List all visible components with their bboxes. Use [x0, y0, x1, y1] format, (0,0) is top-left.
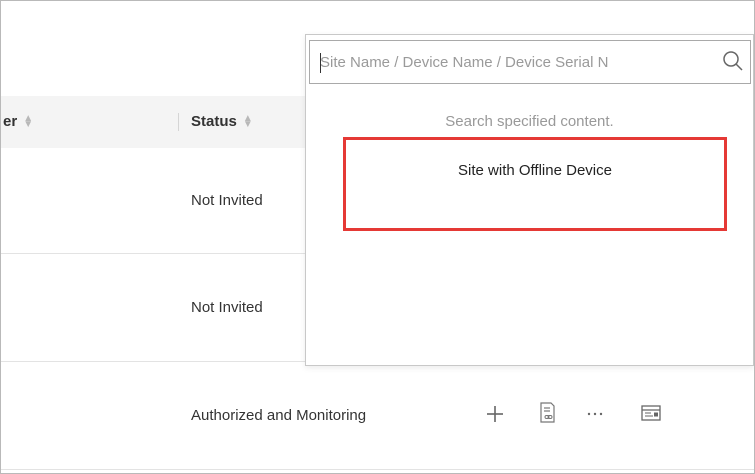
search-icon[interactable]: [722, 50, 744, 72]
link-document-icon[interactable]: [538, 401, 558, 425]
row-divider: [1, 469, 754, 470]
status-cell: Not Invited: [191, 299, 263, 316]
device-config-icon[interactable]: [639, 403, 663, 423]
search-input[interactable]: [316, 49, 716, 75]
search-box[interactable]: [309, 40, 751, 84]
column-header-status[interactable]: Status ▲ ▼: [191, 96, 253, 148]
column-header-label: Status: [191, 113, 237, 130]
more-icon[interactable]: [586, 409, 604, 419]
column-header-partial[interactable]: er ▲ ▼: [3, 96, 33, 148]
text-caret: [320, 53, 321, 73]
sort-arrows-icon[interactable]: ▲ ▼: [23, 114, 33, 130]
search-hint: Search specified content.: [445, 113, 614, 130]
status-cell: Authorized and Monitoring: [191, 407, 367, 424]
suggestion-label: Site with Offline Device: [458, 162, 612, 179]
column-header-label: er: [3, 113, 18, 130]
suggestion-item[interactable]: Site with Offline Device: [343, 137, 727, 231]
status-cell: Not Invited: [191, 192, 263, 209]
column-divider: [178, 113, 179, 131]
sort-arrows-icon[interactable]: ▲ ▼: [243, 114, 253, 130]
plus-icon[interactable]: [485, 404, 505, 424]
window-frame: er ▲ ▼ Status ▲ ▼ Not Invited Not Invited Au…: [0, 0, 755, 474]
